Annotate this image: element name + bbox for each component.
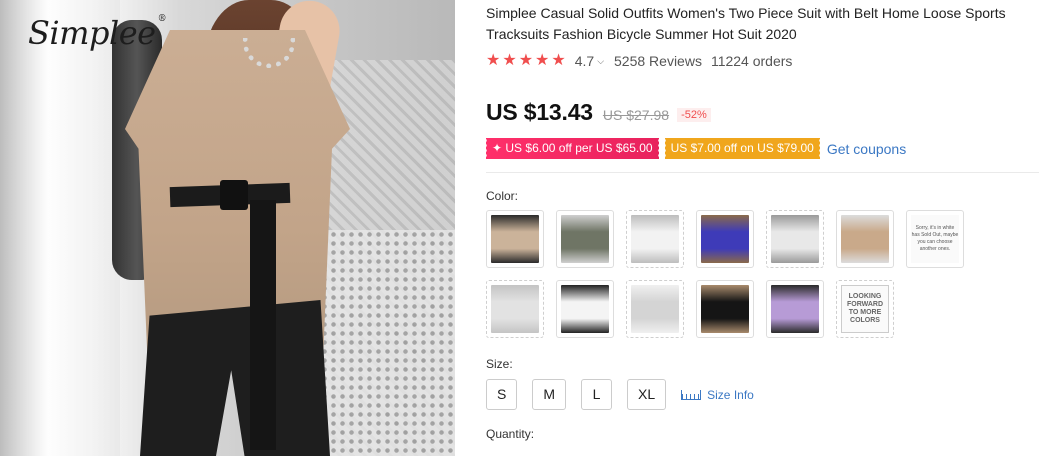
discount-badge: -52% <box>677 108 711 122</box>
color-swatch[interactable] <box>556 210 614 268</box>
size-option-m[interactable]: M <box>532 379 567 410</box>
size-option-l[interactable]: L <box>581 379 613 410</box>
color-swatch[interactable]: LOOKING FORWARD TO MORE COLORS <box>836 280 894 338</box>
original-price: US $27.98 <box>602 107 670 123</box>
product-info-panel: Simplee Casual Solid Outfits Women's Two… <box>485 0 1039 441</box>
swatch-thumbnail <box>561 215 609 263</box>
size-info-label: Size Info <box>707 387 754 402</box>
swatch-thumbnail <box>701 215 749 263</box>
ruler-icon <box>681 389 702 400</box>
price-row: US $13.43 US $27.98 -52% <box>486 99 1039 126</box>
swatch-thumbnail <box>491 215 539 263</box>
quantity-label: Quantity: <box>486 427 535 441</box>
color-swatch[interactable] <box>696 210 754 268</box>
divider <box>486 172 1039 173</box>
color-swatch[interactable] <box>766 210 824 268</box>
swatch-thumbnail <box>561 285 609 333</box>
size-options: S M L XL Size Info <box>486 379 1039 410</box>
size-label: Size: <box>486 357 513 371</box>
get-coupons-link[interactable]: Get coupons <box>827 141 906 157</box>
swatch-text: LOOKING FORWARD TO MORE COLORS <box>841 285 889 333</box>
star-icon: ★ <box>486 52 501 69</box>
swatch-thumbnail <box>771 285 819 333</box>
swatch-thumbnail <box>491 285 539 333</box>
swatch-thumbnail <box>841 215 889 263</box>
color-swatch[interactable] <box>486 210 544 268</box>
swatch-thumbnail <box>701 285 749 333</box>
orders-count: 11224 orders <box>710 53 793 69</box>
belt-buckle <box>220 180 248 210</box>
coupon-row: ✦ US $6.00 off per US $65.00 US $7.00 of… <box>485 138 1039 159</box>
rating-value[interactable]: 4.7 <box>575 53 594 69</box>
color-swatch[interactable]: Sorry, it's in white has Sold Out, maybe… <box>906 210 964 268</box>
swatch-text: Sorry, it's in white has Sold Out, maybe… <box>911 215 959 263</box>
star-icon: ★ <box>502 52 517 69</box>
color-swatch[interactable] <box>626 280 684 338</box>
star-icon: ★ <box>518 52 534 69</box>
swatch-thumbnail <box>631 215 679 263</box>
current-price: US $13.43 <box>486 99 593 125</box>
color-swatch[interactable] <box>626 210 684 268</box>
product-main-image[interactable]: Simplee ® <box>0 0 455 456</box>
star-icon: ★ <box>551 52 566 69</box>
rating-row: ★ ★ ★ ★ ★ 4.7 ⌵ 5258 Reviews 11224 order… <box>486 53 1039 70</box>
brand-logo: Simplee ® <box>28 14 167 52</box>
color-swatch[interactable] <box>696 280 754 338</box>
star-icon: ★ <box>535 52 550 69</box>
color-swatch[interactable] <box>766 280 824 338</box>
chevron-down-icon[interactable]: ⌵ <box>597 56 604 67</box>
color-swatch[interactable] <box>556 280 614 338</box>
curtain-background <box>0 0 120 456</box>
coupon-select[interactable]: US $7.00 off on US $79.00 <box>663 138 820 159</box>
size-option-s[interactable]: S <box>486 379 518 410</box>
product-title: Simplee Casual Solid Outfits Women's Two… <box>486 5 1006 42</box>
color-label: Color: <box>486 189 519 203</box>
color-swatch[interactable] <box>836 210 894 268</box>
color-swatches: Sorry, it's in white has Sold Out, maybe… <box>486 210 1039 338</box>
color-swatch[interactable] <box>486 280 544 338</box>
swatch-thumbnail <box>771 215 819 263</box>
black-bike-shorts <box>140 300 330 456</box>
belt-strap <box>250 200 276 450</box>
coupon-store[interactable]: ✦ US $6.00 off per US $65.00 <box>485 138 659 159</box>
rating-stars: ★ ★ ★ ★ ★ <box>486 53 568 69</box>
size-option-xl[interactable]: XL <box>627 379 667 410</box>
size-info-link[interactable]: Size Info <box>681 388 754 402</box>
reviews-link[interactable]: 5258 Reviews <box>614 53 702 69</box>
swatch-thumbnail <box>631 285 679 333</box>
radiator-grille <box>320 230 455 456</box>
